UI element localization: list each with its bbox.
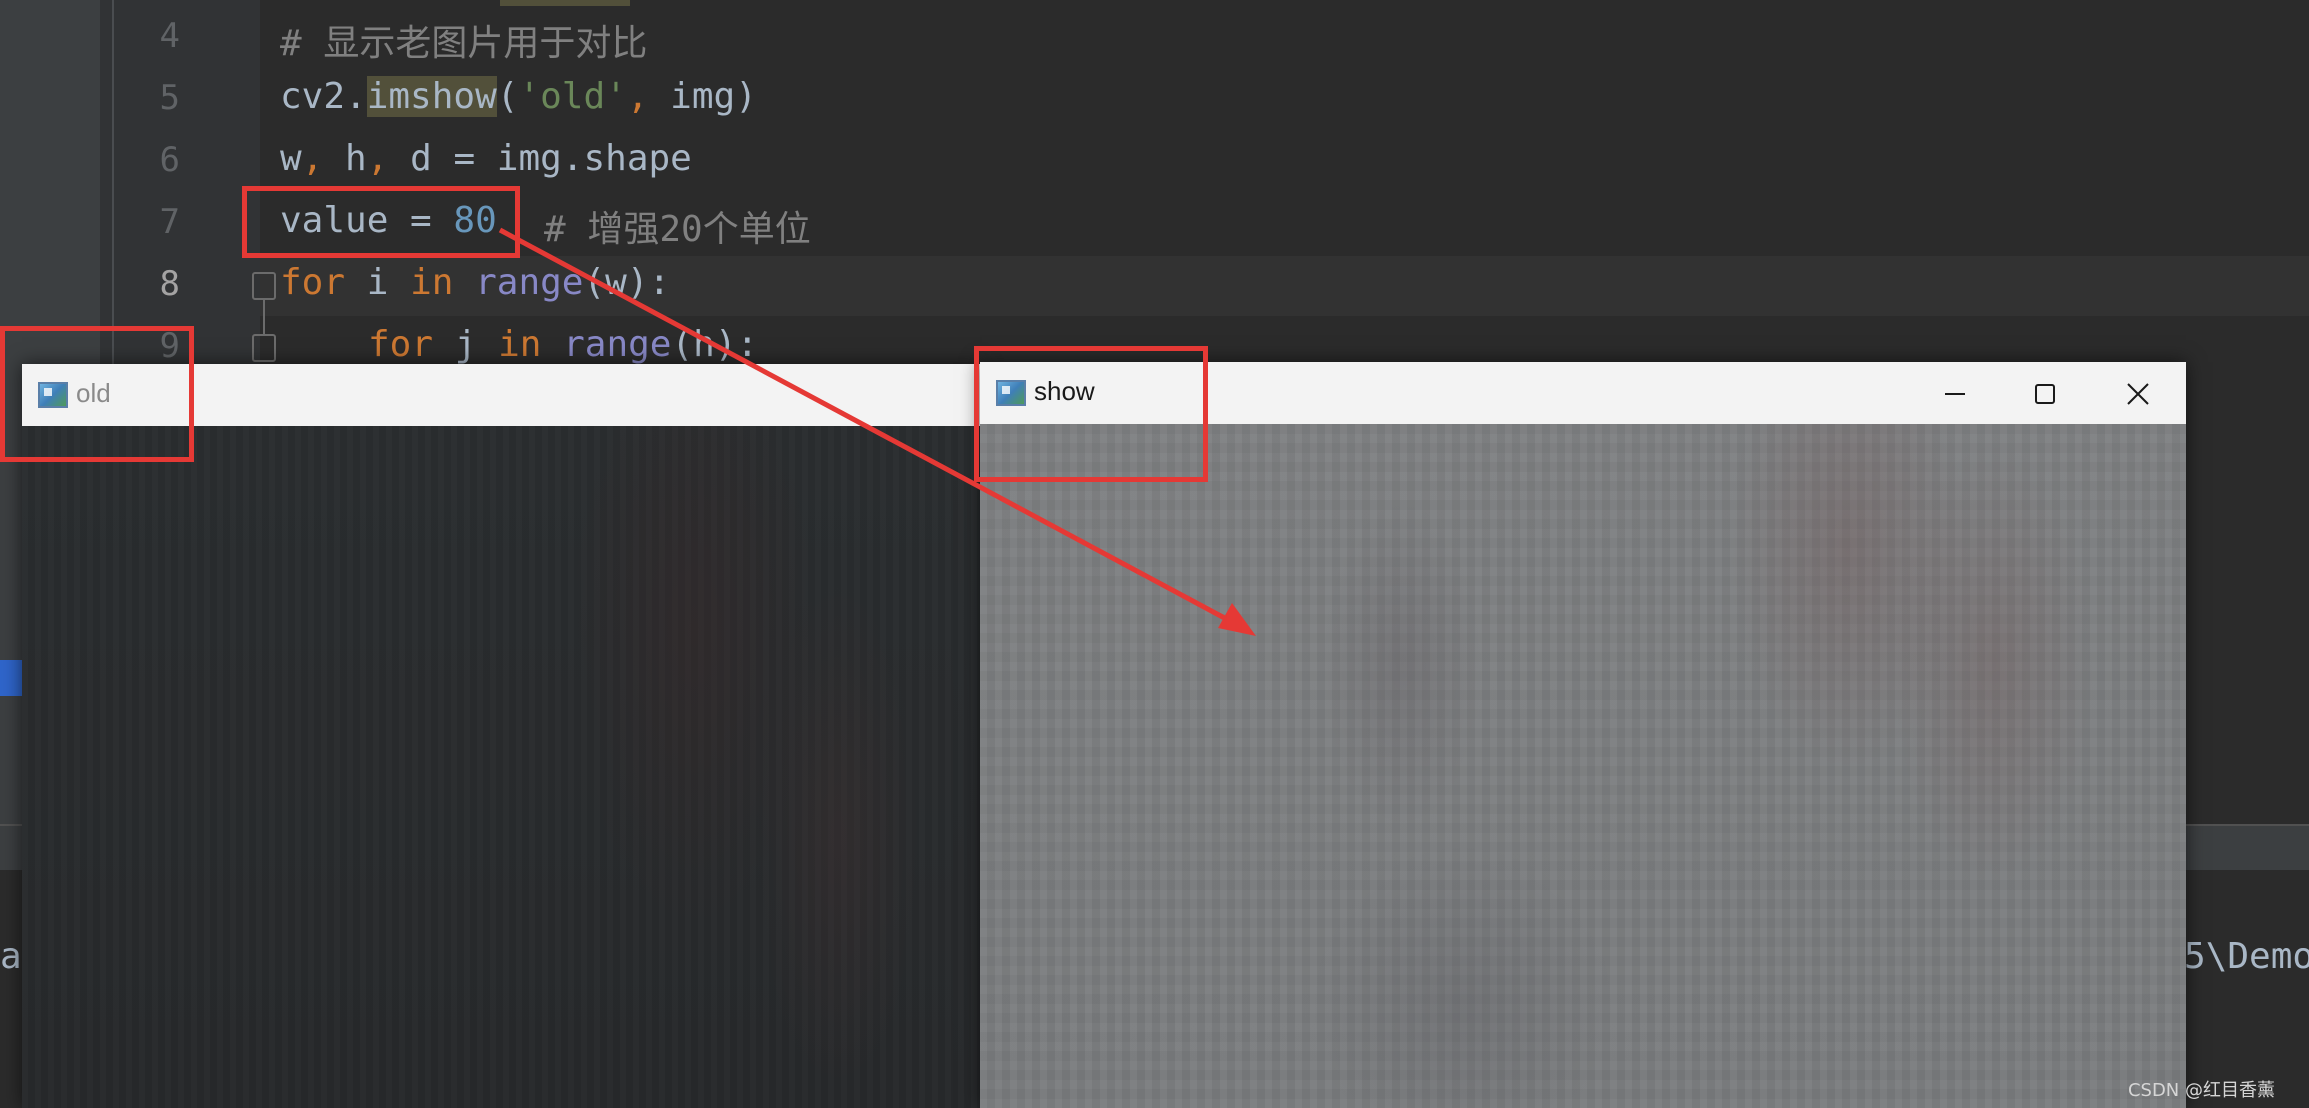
code-token: d = img.shape (388, 138, 692, 179)
code-token-keyword: for (368, 324, 434, 365)
code-token-string: 'old' (518, 76, 627, 117)
close-icon[interactable] (2113, 374, 2163, 414)
code-line-8: for i in range(w): (280, 262, 670, 303)
code-token: img) (648, 76, 757, 117)
code-line-5: cv2.imshow('old', img) (280, 76, 757, 117)
line-number: 4 (159, 16, 180, 56)
code-token-keyword: in (410, 262, 454, 303)
code-token-keyword: in (498, 324, 542, 365)
line-number: 5 (159, 78, 180, 118)
code-token-builtin: range (475, 262, 584, 303)
code-token: j (433, 324, 499, 365)
window-old[interactable]: old (22, 364, 982, 1108)
fold-marker-icon[interactable] (252, 272, 276, 300)
fold-marker-icon[interactable] (252, 334, 276, 362)
console-output-right: 5\Demo (2184, 936, 2309, 977)
code-line-6: w, h, d = img.shape (280, 138, 692, 179)
image-show-canvas (980, 424, 2186, 1108)
code-token: w (280, 138, 302, 179)
code-token: i (345, 262, 411, 303)
code-token-comma: , (626, 76, 649, 117)
code-token: cv2. (280, 76, 367, 117)
line-number: 7 (159, 202, 180, 242)
minimize-icon[interactable] (1930, 374, 1980, 414)
annotation-box-show-title (974, 346, 1208, 482)
code-line-4: # 显示老图片用于对比 (280, 23, 648, 64)
code-token-comma: , (301, 138, 324, 179)
sidebar-selected-item[interactable] (0, 660, 24, 696)
search-highlight (500, 0, 630, 6)
annotation-box-old-title (0, 326, 194, 462)
image-old-canvas (22, 426, 982, 1108)
line-number: 6 (159, 140, 180, 180)
code-token-comma: , (366, 138, 389, 179)
code-token: h (323, 138, 367, 179)
watermark: CSDN @红目香薰 (2127, 1080, 2275, 1101)
line-number-current: 8 (159, 264, 180, 304)
code-token-keyword: for (280, 262, 346, 303)
code-line-9: for j in range(h): (368, 324, 758, 365)
console-output-left: a (0, 936, 22, 977)
maximize-icon[interactable] (2020, 374, 2070, 414)
annotation-box-value (242, 186, 520, 258)
code-line-7-comment: # 增强20个单位 (544, 209, 811, 250)
code-token: (w): (583, 262, 671, 303)
code-token-builtin: range (563, 324, 672, 365)
code-token: ( (496, 76, 519, 117)
fold-guide (263, 300, 265, 336)
code-token-highlighted: imshow (366, 76, 497, 117)
code-token: (h): (671, 324, 759, 365)
